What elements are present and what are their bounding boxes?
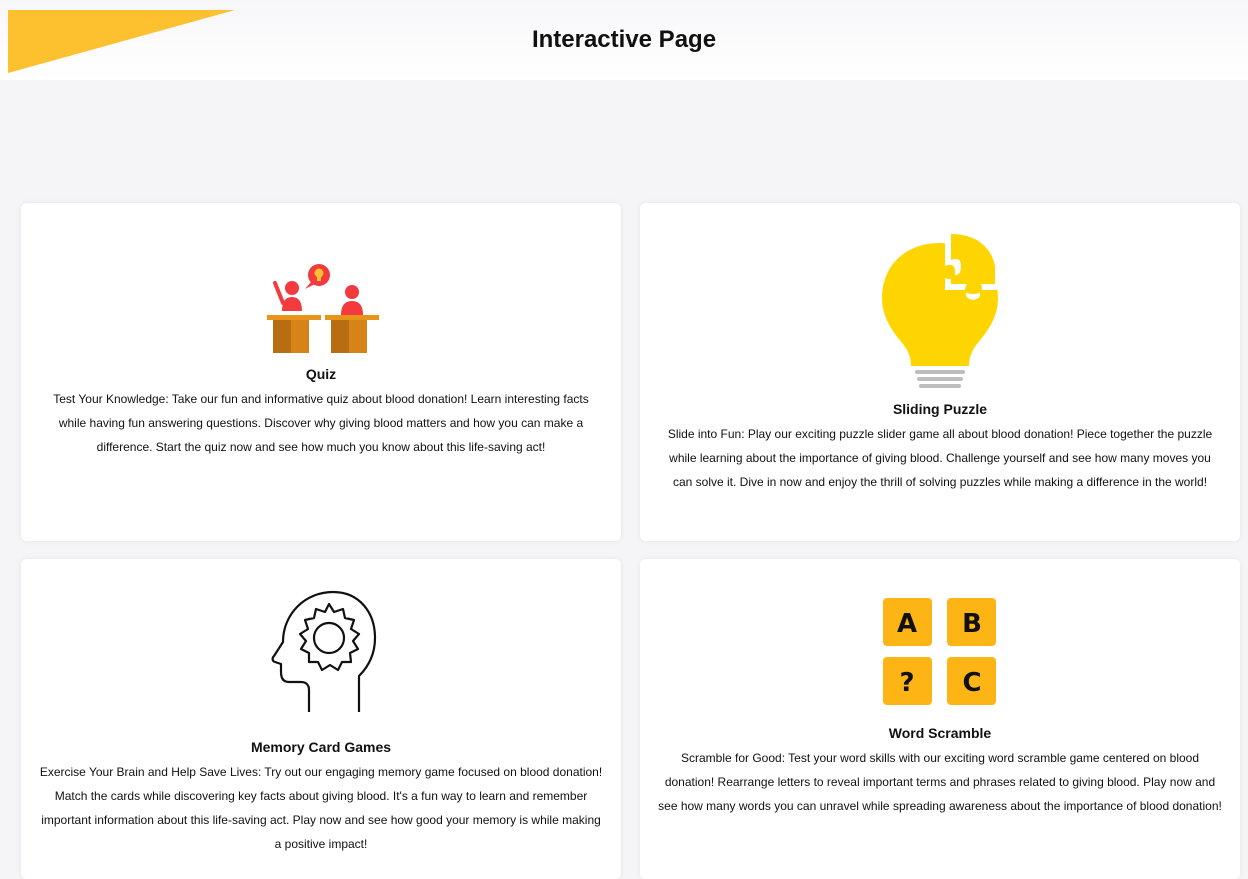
quiz-title: Quiz xyxy=(305,366,337,382)
classroom-quiz-icon xyxy=(267,264,379,353)
sliding-puzzle-card[interactable]: Sliding Puzzle Slide into Fun: Play our … xyxy=(640,203,1240,541)
sliding-puzzle-description: Slide into Fun: Play our exciting puzzle… xyxy=(667,427,1213,489)
memory-card-games-title: Memory Card Games xyxy=(250,739,392,755)
sliding-puzzle-title: Sliding Puzzle xyxy=(892,401,988,417)
head-gear-icon xyxy=(271,590,377,712)
word-scramble-card[interactable]: A B ? C Word Scramble Scramble for Good:… xyxy=(640,559,1240,879)
memory-card-games-card[interactable]: Memory Card Games Exercise Your Brain an… xyxy=(21,559,621,879)
tile-b: B xyxy=(962,609,982,639)
quiz-description: Test Your Knowledge: Take our fun and in… xyxy=(53,392,589,454)
page-header: Interactive Page xyxy=(0,0,1248,80)
memory-card-games-description: Exercise Your Brain and Help Save Lives:… xyxy=(39,765,603,851)
lightbulb-puzzle-icon xyxy=(882,234,998,388)
word-scramble-description: Scramble for Good: Test your word skills… xyxy=(658,751,1222,813)
word-scramble-title: Word Scramble xyxy=(888,725,992,741)
tile-c: C xyxy=(962,668,981,698)
tile-question: ? xyxy=(899,668,914,698)
page-title: Interactive Page xyxy=(531,26,717,53)
quiz-card[interactable]: Quiz Test Your Knowledge: Take our fun a… xyxy=(21,203,621,541)
letter-tiles-icon: A B ? C xyxy=(883,598,996,705)
tile-a: A xyxy=(897,609,917,639)
